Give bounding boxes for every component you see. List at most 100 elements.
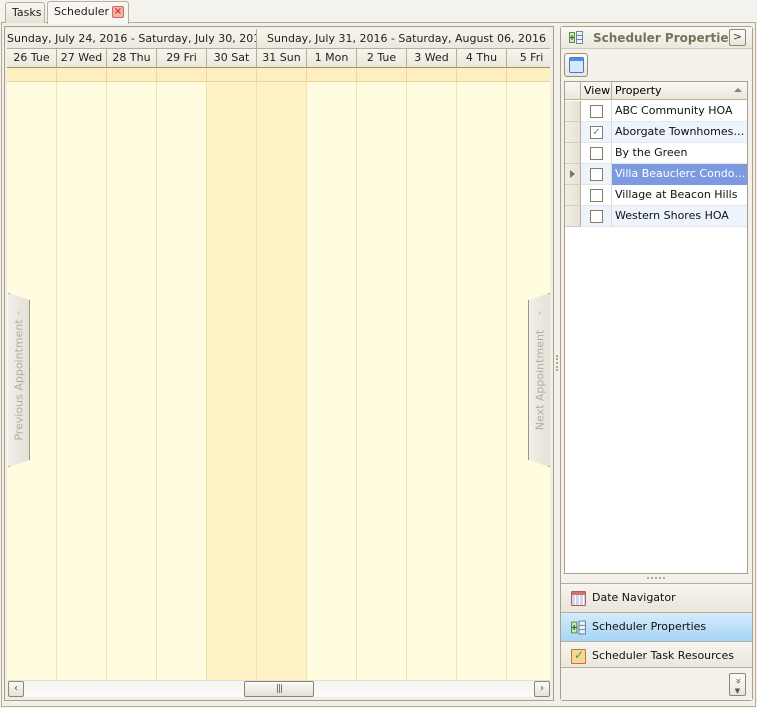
row-indicator-header xyxy=(565,82,581,100)
chevrons-icon: » xyxy=(732,677,744,685)
day-header[interactable]: 29 Fri xyxy=(157,49,207,68)
view-cell xyxy=(581,185,612,206)
all-day-cell[interactable] xyxy=(57,68,107,81)
all-day-cell[interactable] xyxy=(107,68,157,81)
scheduler-properties-panel: Scheduler Properties > View Property ABC… xyxy=(560,26,753,701)
property-name[interactable]: Aborgate Townhomes &... xyxy=(612,122,747,143)
day-column[interactable] xyxy=(357,82,407,681)
panel-splitter-grip[interactable] xyxy=(647,577,665,579)
next-appointment-button[interactable]: › Next Appointment xyxy=(528,293,550,467)
nav-item-label: Scheduler Properties xyxy=(592,620,707,633)
week-header: Sunday, July 24, 2016 - Saturday, July 3… xyxy=(7,29,257,49)
day-column[interactable] xyxy=(457,82,507,681)
day-column[interactable] xyxy=(307,82,357,681)
scheduler-view: Sunday, July 24, 2016 - Saturday, July 3… xyxy=(7,29,550,681)
all-day-cell[interactable] xyxy=(207,68,257,81)
tab-tasks[interactable]: Tasks xyxy=(5,2,45,23)
grid-row[interactable]: ABC Community HOA xyxy=(565,101,747,122)
day-header[interactable]: 30 Sat xyxy=(207,49,257,68)
view-checkbox[interactable] xyxy=(590,189,603,202)
horizontal-scrollbar[interactable]: ‹ ||| › xyxy=(8,680,550,697)
view-checkbox[interactable] xyxy=(590,147,603,160)
view-cell xyxy=(581,164,612,185)
nav-item-scheduler-task-resources[interactable]: Scheduler Task Resources xyxy=(561,641,752,670)
day-header[interactable]: 26 Tue xyxy=(7,49,57,68)
day-header[interactable]: 27 Wed xyxy=(57,49,107,68)
previous-appointment-button[interactable]: ‹ Previous Appointment xyxy=(8,293,30,467)
all-day-cell[interactable] xyxy=(307,68,357,81)
day-column[interactable] xyxy=(157,82,207,681)
column-header-property[interactable]: Property xyxy=(612,82,747,100)
all-day-cell[interactable] xyxy=(7,68,57,81)
tab-scheduler-label: Scheduler xyxy=(54,5,110,18)
day-header[interactable]: 4 Thu xyxy=(457,49,507,68)
all-day-cell[interactable] xyxy=(457,68,507,81)
calendar-icon xyxy=(569,57,584,73)
close-tab-icon[interactable]: × xyxy=(112,6,124,18)
scroll-right-button[interactable]: › xyxy=(534,681,550,697)
properties-icon xyxy=(569,31,583,44)
week-header-row: Sunday, July 24, 2016 - Saturday, July 3… xyxy=(7,29,550,49)
grid-row[interactable]: Villa Beauclerc Condo As... xyxy=(565,164,747,185)
property-name[interactable]: ABC Community HOA xyxy=(612,101,747,122)
nav-item-scheduler-properties[interactable]: Scheduler Properties xyxy=(561,612,752,641)
view-cell xyxy=(581,143,612,164)
row-indicator[interactable] xyxy=(565,206,581,227)
app-window: Tasks Scheduler × Sunday, July 24, 2016 … xyxy=(0,0,757,708)
column-header-view[interactable]: View xyxy=(581,82,612,100)
row-indicator[interactable] xyxy=(565,185,581,206)
property-name[interactable]: Western Shores HOA xyxy=(612,206,747,227)
all-day-cell[interactable] xyxy=(357,68,407,81)
grid-row[interactable]: Western Shores HOA xyxy=(565,206,747,227)
row-indicator[interactable] xyxy=(565,101,581,122)
column-header-property-label: Property xyxy=(615,84,662,97)
day-header[interactable]: 2 Tue xyxy=(357,49,407,68)
view-checkbox[interactable] xyxy=(590,105,603,118)
more-options-button[interactable]: » ▼ xyxy=(729,673,746,696)
nav-item-date-navigator[interactable]: Date Navigator xyxy=(561,583,752,612)
next-appointment-label: Next Appointment xyxy=(533,329,546,431)
grid-row[interactable]: By the Green xyxy=(565,143,747,164)
nav-item-label: Scheduler Task Resources xyxy=(592,649,734,662)
view-cell xyxy=(581,206,612,227)
scroll-left-button[interactable]: ‹ xyxy=(8,681,24,697)
view-checkbox[interactable] xyxy=(590,168,603,181)
tab-tasks-label: Tasks xyxy=(12,6,42,19)
all-day-cell[interactable] xyxy=(257,68,307,81)
view-checkbox[interactable] xyxy=(590,210,603,223)
calendar-toolbar-button[interactable] xyxy=(564,53,588,77)
splitter-handle[interactable] xyxy=(556,355,558,371)
all-day-cell[interactable] xyxy=(407,68,457,81)
row-indicator[interactable] xyxy=(565,122,581,143)
row-indicator[interactable] xyxy=(565,143,581,164)
all-day-cell[interactable] xyxy=(157,68,207,81)
day-column[interactable] xyxy=(207,82,257,681)
tab-scheduler[interactable]: Scheduler × xyxy=(47,1,129,24)
collapse-panel-button[interactable]: > xyxy=(729,29,746,46)
all-day-row xyxy=(7,68,550,82)
grid-row[interactable]: ✓ Aborgate Townhomes &... xyxy=(565,122,747,143)
view-checkbox[interactable]: ✓ xyxy=(590,126,603,139)
property-name[interactable]: By the Green xyxy=(612,143,747,164)
day-column[interactable] xyxy=(107,82,157,681)
day-header[interactable]: 1 Mon xyxy=(307,49,357,68)
day-column[interactable] xyxy=(407,82,457,681)
day-column[interactable] xyxy=(257,82,307,681)
day-header[interactable]: 5 Fri xyxy=(507,49,550,68)
all-day-cell[interactable] xyxy=(507,68,550,81)
day-header[interactable]: 3 Wed xyxy=(407,49,457,68)
panel-title: Scheduler Properties xyxy=(593,31,736,45)
grid-row[interactable]: Village at Beacon Hills xyxy=(565,185,747,206)
row-indicator[interactable] xyxy=(565,164,581,185)
property-name[interactable]: Villa Beauclerc Condo As... xyxy=(612,164,747,185)
properties-icon xyxy=(571,620,586,635)
task-clipboard-icon xyxy=(571,648,586,664)
property-name[interactable]: Village at Beacon Hills xyxy=(612,185,747,206)
day-column[interactable] xyxy=(57,82,107,681)
scroll-thumb[interactable]: ||| xyxy=(244,681,314,697)
document-tabs: Tasks Scheduler × xyxy=(0,0,757,24)
day-header[interactable]: 31 Sun xyxy=(257,49,307,68)
day-header[interactable]: 28 Thu xyxy=(107,49,157,68)
calendar-icon xyxy=(571,591,586,606)
property-grid: View Property ABC Community HOA ✓ Aborgate… xyxy=(564,81,748,574)
